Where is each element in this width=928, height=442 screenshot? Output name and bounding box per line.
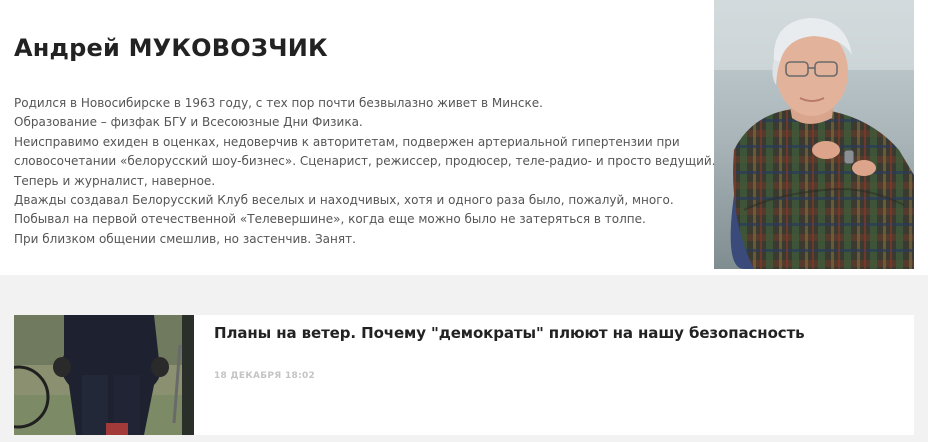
bio-line: При близком общении смешлив, но застенчи… (14, 231, 356, 246)
bio-line: словосочетании «белорусский шоу-бизнес».… (14, 154, 716, 169)
author-portrait-image (714, 0, 914, 269)
article-thumbnail[interactable] (14, 315, 194, 435)
author-photo (714, 0, 914, 269)
bio-line: Дважды создавал Белорусский Клуб веселых… (14, 193, 674, 208)
author-bio: Родился в Новосибирске в 1963 году, с те… (14, 94, 716, 249)
bio-line: Побывал на первой отечественной «Телевер… (14, 212, 646, 227)
article-date: 18 декабря 18:02 (214, 371, 316, 381)
article-title[interactable]: Планы на ветер. Почему "демократы" плюют… (214, 324, 805, 342)
bio-line: Родился в Новосибирске в 1963 году, с те… (14, 96, 543, 110)
bio-line: Образование – физфак БГУ и Всесоюзные Дн… (14, 115, 363, 130)
author-profile: Андрей МУКОВОЗЧИК Родился в Новосибирске… (0, 0, 928, 275)
bio-line: Неисправимо exиден в оценках, недоверчив… (14, 134, 680, 149)
bio-line: Теперь и журналист, наверное. (14, 173, 216, 188)
article-card[interactable]: Планы на ветер. Почему "демократы" плюют… (14, 315, 914, 435)
author-name: Андрей МУКОВОЗЧИК (14, 34, 328, 62)
article-thumbnail-image (14, 315, 194, 435)
